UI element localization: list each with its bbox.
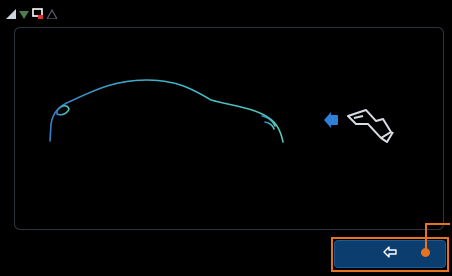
- car-silhouette-icon: [49, 79, 284, 143]
- warning-icon: [47, 9, 57, 19]
- charging-plug-icon: [347, 109, 394, 143]
- charging-plug-status-icon: [32, 8, 44, 20]
- callout-line: [425, 223, 450, 225]
- charge-arrow-icon: [324, 112, 338, 128]
- callout-marker: [421, 248, 430, 257]
- back-arrow-icon: [383, 245, 397, 263]
- signal-icon: [6, 9, 16, 19]
- car-charging-illustration: [49, 79, 394, 143]
- wifi-icon: [19, 9, 29, 19]
- status-bar: [6, 6, 57, 22]
- callout-line: [425, 223, 427, 251]
- vehicle-charging-panel: [14, 27, 444, 230]
